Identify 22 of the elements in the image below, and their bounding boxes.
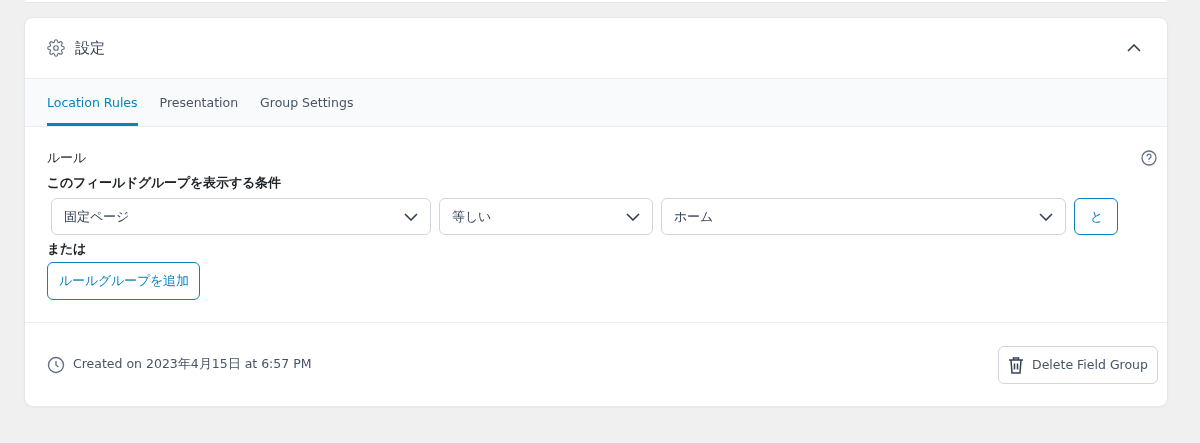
tab[interactable]: Location Rules xyxy=(47,79,138,126)
and-button[interactable]: と xyxy=(1074,198,1118,235)
clock-icon xyxy=(47,355,65,374)
chevron-down-icon xyxy=(626,212,640,221)
chevron-down-icon xyxy=(404,212,418,221)
add-rule-group-button[interactable]: ルールグループを追加 xyxy=(47,262,200,300)
panel-title: 設定 xyxy=(75,38,106,58)
dropdown-select[interactable]: 等しい xyxy=(439,198,653,235)
or-label: または xyxy=(47,241,87,258)
dropdown-select[interactable]: 固定ページ xyxy=(51,198,431,235)
dropdown-select[interactable]: ホーム xyxy=(661,198,1066,235)
chevron-down-icon xyxy=(1039,212,1053,221)
collapse-icon[interactable] xyxy=(1127,44,1141,52)
created-date: Created on 2023年4月15日 at 6:57 PM xyxy=(73,356,312,373)
help-icon[interactable] xyxy=(1141,150,1157,166)
settings-icon xyxy=(47,39,65,57)
tab[interactable]: Group Settings xyxy=(260,79,354,126)
rules-heading: ルール xyxy=(47,150,87,167)
trash-icon xyxy=(1008,355,1025,374)
delete-field-group-button[interactable]: Delete Field Group xyxy=(998,345,1158,384)
condition-label: このフィールドグループを表示する条件 xyxy=(47,175,282,192)
tab[interactable]: Presentation xyxy=(159,79,239,126)
